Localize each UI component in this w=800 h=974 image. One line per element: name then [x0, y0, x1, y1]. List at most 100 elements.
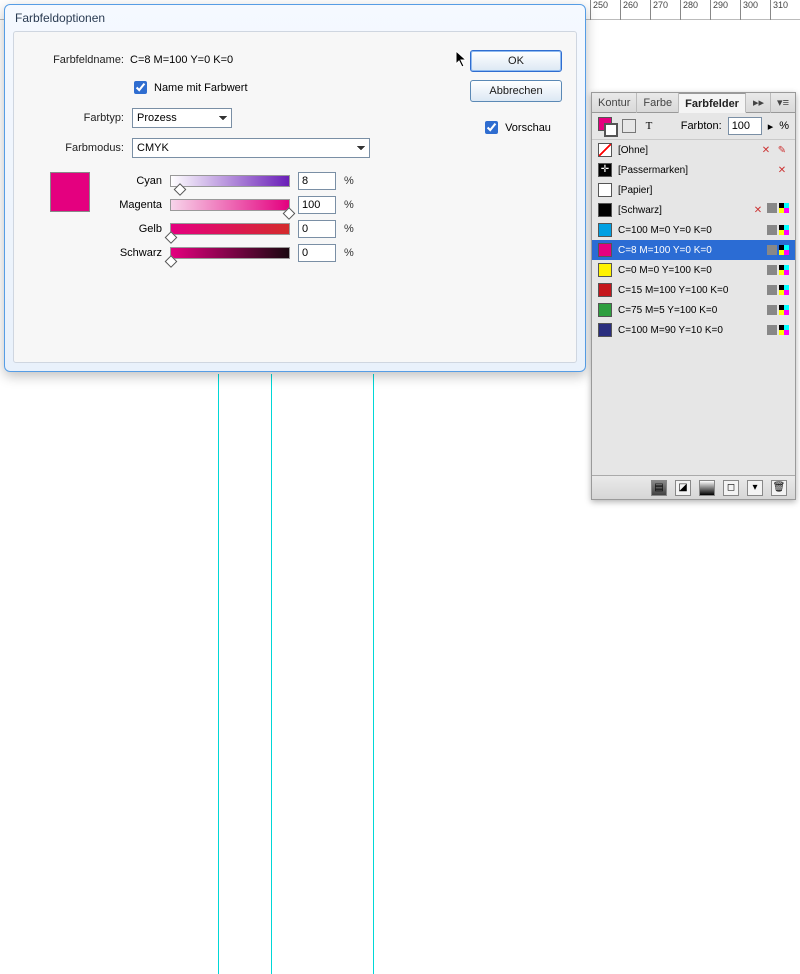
tint-label: Farbton:	[681, 120, 722, 132]
color-type-label: Farbtyp:	[67, 112, 124, 124]
ruler-tick: 300	[740, 0, 770, 20]
tab-kontur[interactable]: Kontur	[592, 93, 637, 113]
swatch-row[interactable]: [Ohne] ✕✎	[592, 140, 795, 160]
locked-icon: ✕	[775, 163, 789, 177]
swatch-row[interactable]: C=15 M=100 Y=100 K=0	[592, 280, 795, 300]
swatch-color-icon	[598, 283, 612, 297]
preview-checkbox[interactable]	[485, 121, 498, 134]
swatch-color-icon	[598, 263, 612, 277]
cmyk-icon	[779, 325, 789, 335]
swatch-name: C=0 M=0 Y=100 K=0	[618, 265, 761, 276]
swatch-row[interactable]: C=75 M=5 Y=100 K=0	[592, 300, 795, 320]
swatch-color-icon: ✛	[598, 163, 612, 177]
black-input[interactable]	[298, 244, 336, 262]
color-mode-select[interactable]: CMYK	[132, 138, 370, 158]
preview-label: Vorschau	[505, 122, 551, 134]
ruler-tick: 270	[650, 0, 680, 20]
new-swatch-menu-icon[interactable]: ▾	[747, 480, 763, 496]
swatch-color-icon	[598, 323, 612, 337]
swatch-name: [Papier]	[618, 185, 783, 196]
text-format-icon[interactable]: T	[642, 120, 656, 132]
swatch-name-label: Farbfeldname:	[44, 54, 124, 66]
swatch-row[interactable]: ✛ [Passermarken] ✕	[592, 160, 795, 180]
mouse-cursor-icon	[455, 50, 469, 70]
swatch-name: C=100 M=90 Y=10 K=0	[618, 325, 761, 336]
color-mode-label: Farbmodus:	[46, 142, 124, 154]
cancel-button[interactable]: Abbrechen	[470, 80, 562, 102]
locked-icon: ✕	[759, 143, 773, 157]
process-icon	[767, 225, 777, 235]
cmyk-icon	[779, 245, 789, 255]
swatches-panel: Kontur Farbe Farbfelder ▸▸ ▾≡ T Farbton:…	[591, 92, 796, 500]
swatch-row[interactable]: [Schwarz] ✕	[592, 200, 795, 220]
process-icon	[767, 325, 777, 335]
process-icon	[767, 285, 777, 295]
swatch-color-icon	[598, 183, 612, 197]
magenta-slider[interactable]	[170, 199, 290, 211]
process-icon	[767, 265, 777, 275]
tint-input[interactable]	[728, 117, 762, 135]
magenta-label: Magenta	[104, 199, 162, 211]
percent-label: %	[344, 247, 354, 259]
delete-swatch-icon[interactable]: 🗑	[771, 480, 787, 496]
swatch-row[interactable]: C=8 M=100 Y=0 K=0	[592, 240, 795, 260]
swatch-name-value: C=8 M=100 Y=0 K=0	[130, 54, 233, 66]
percent-label: %	[344, 223, 354, 235]
swatch-options-dialog: Farbfeldoptionen Farbfeldname: C=8 M=100…	[4, 4, 586, 372]
fill-stroke-icon[interactable]	[598, 117, 616, 135]
swatch-row[interactable]: C=100 M=90 Y=10 K=0	[592, 320, 795, 340]
swatch-row[interactable]: C=100 M=0 Y=0 K=0	[592, 220, 795, 240]
show-gradient-swatches-icon[interactable]	[699, 480, 715, 496]
ruler-tick: 280	[680, 0, 710, 20]
swatch-name: [Passermarken]	[618, 165, 769, 176]
black-slider[interactable]	[170, 247, 290, 259]
cmyk-icon	[779, 285, 789, 295]
show-color-swatches-icon[interactable]: ◪	[675, 480, 691, 496]
swatch-name: [Schwarz]	[618, 205, 745, 216]
new-swatch-icon[interactable]: ◻	[723, 480, 739, 496]
container-format-icon[interactable]	[622, 119, 636, 133]
cyan-slider[interactable]	[170, 175, 290, 187]
swatch-color-icon	[598, 243, 612, 257]
cmyk-icon	[779, 305, 789, 315]
yellow-label: Gelb	[104, 223, 162, 235]
tab-farbe[interactable]: Farbe	[637, 93, 679, 113]
color-preview	[50, 172, 90, 212]
swatch-color-icon	[598, 223, 612, 237]
panel-menu-icon[interactable]: ▾≡	[771, 93, 795, 113]
swatch-color-icon	[598, 143, 612, 157]
tint-arrow-icon[interactable]: ▸	[768, 120, 774, 133]
color-type-select[interactable]: Prozess	[132, 108, 232, 128]
process-icon	[767, 305, 777, 315]
swatch-name: C=15 M=100 Y=100 K=0	[618, 285, 761, 296]
percent-label: %	[344, 175, 354, 187]
percent-label: %	[779, 120, 789, 132]
swatch-row[interactable]: [Papier]	[592, 180, 795, 200]
swatch-name: C=100 M=0 Y=0 K=0	[618, 225, 761, 236]
cmyk-icon	[779, 265, 789, 275]
ok-button[interactable]: OK	[470, 50, 562, 72]
tab-farbfelder[interactable]: Farbfelder	[679, 93, 746, 113]
cyan-input[interactable]	[298, 172, 336, 190]
panel-collapse-icon[interactable]: ▸▸	[747, 93, 771, 113]
swatch-row[interactable]: C=0 M=0 Y=100 K=0	[592, 260, 795, 280]
magenta-input[interactable]	[298, 196, 336, 214]
ruler-tick: 260	[620, 0, 650, 20]
process-icon	[767, 203, 777, 213]
black-label: Schwarz	[104, 247, 162, 259]
yellow-slider[interactable]	[170, 223, 290, 235]
editable-icon: ✎	[775, 143, 789, 157]
cmyk-icon	[779, 225, 789, 235]
locked-icon: ✕	[751, 203, 765, 217]
swatch-color-icon	[598, 303, 612, 317]
show-all-swatches-icon[interactable]: ▤	[651, 480, 667, 496]
yellow-input[interactable]	[298, 220, 336, 238]
swatch-name: [Ohne]	[618, 145, 753, 156]
process-icon	[767, 245, 777, 255]
ruler-tick: 290	[710, 0, 740, 20]
name-with-value-label: Name mit Farbwert	[154, 82, 248, 94]
swatch-color-icon	[598, 203, 612, 217]
name-with-value-checkbox[interactable]	[134, 81, 147, 94]
cmyk-icon	[779, 203, 789, 213]
cyan-label: Cyan	[104, 175, 162, 187]
